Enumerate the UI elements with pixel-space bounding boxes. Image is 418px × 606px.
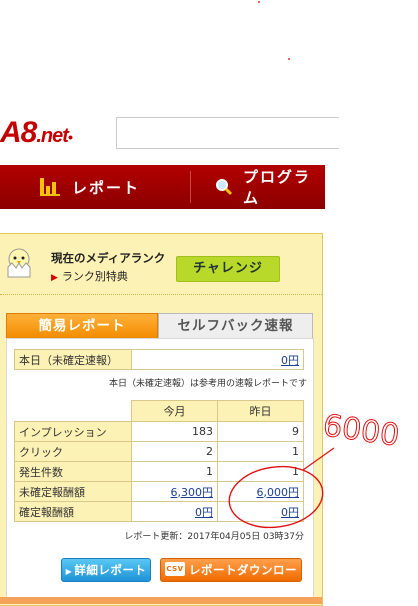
row-label: インプレッション [14, 421, 132, 442]
row-label: 発生件数 [14, 461, 132, 482]
triangle-right-icon: ▶ [65, 567, 73, 576]
a8net-logo[interactable]: A8.net• [0, 116, 73, 150]
magnifier-icon [215, 178, 233, 196]
csv-icon: CSV [165, 562, 185, 576]
table-row: インプレッション 183 9 [14, 421, 304, 442]
table-header-row: 今月 昨日 [14, 400, 304, 422]
table-row: 未確定報酬額 6,300円 6,000円 [14, 481, 304, 502]
unconfirmed-yesterday-link[interactable]: 6,000円 [257, 486, 300, 499]
media-rank-title: 現在のメディアランク [51, 251, 166, 265]
cell-yesterday: 1 [217, 441, 304, 462]
row-label: クリック [14, 441, 132, 462]
today-note: 本日（未確定速報）は参考用の速報レポートです [108, 379, 307, 389]
detail-report-button[interactable]: ▶ 詳細レポート [61, 558, 151, 582]
search-input[interactable] [116, 117, 339, 149]
table-row: クリック 2 1 [14, 441, 304, 462]
cell-month: 0円 [131, 501, 218, 522]
row-label: 確定報酬額 [14, 501, 132, 522]
table-row: 確定報酬額 0円 0円 [14, 501, 304, 522]
cell-month: 1 [131, 461, 218, 482]
table-row: 本日（未確定速報） 0円 [14, 349, 304, 370]
bottom-bar [0, 597, 322, 604]
chick-icon [7, 248, 31, 278]
handwritten-6000: 6000 [321, 408, 401, 453]
header-month: 今月 [131, 400, 218, 422]
triangle-right-icon: ▶ [51, 273, 58, 283]
today-value-link[interactable]: 0円 [281, 354, 299, 367]
confirmed-month-link[interactable]: 0円 [195, 506, 213, 519]
dashboard-panel: 現在のメディアランク ▶ ランク別特典 チャレンジ 簡易レポート セルフバック速報… [0, 233, 323, 606]
today-label: 本日（未確定速報） [14, 349, 132, 370]
confirmed-yesterday-link[interactable]: 0円 [281, 506, 299, 519]
stray-mark [288, 58, 290, 60]
header-yesterday: 昨日 [217, 400, 304, 422]
cell-yesterday: 9 [217, 421, 304, 442]
nav-divider [190, 171, 191, 203]
rank-benefit-link[interactable]: ▶ ランク別特典 [51, 268, 128, 284]
stray-mark [258, 1, 260, 3]
report-updated-time: レポート更新：2017年04月05日 03時37分 [124, 532, 304, 542]
empty-header [14, 400, 132, 422]
detail-report-label: 詳細レポート [74, 563, 147, 577]
report-content: 本日（未確定速報） 0円 本日（未確定速報）は参考用の速報レポートです 今月 昨… [6, 338, 314, 604]
nav-report[interactable]: レポート [40, 165, 140, 209]
nav-program-label: プログラム [243, 168, 312, 207]
row-label: 未確定報酬額 [14, 481, 132, 502]
unconfirmed-month-link[interactable]: 6,300円 [171, 486, 214, 499]
cell-yesterday: 1 [217, 461, 304, 482]
nav-program[interactable]: プログラム [215, 165, 325, 209]
cell-month: 6,300円 [131, 481, 218, 502]
media-rank-section: 現在のメディアランク ▶ ランク別特典 チャレンジ [0, 234, 322, 294]
bar-chart-icon [40, 178, 60, 196]
nav-report-label: レポート [72, 178, 141, 197]
main-nav: レポート プログラム [0, 165, 325, 209]
divider [0, 294, 322, 295]
cell-month: 2 [131, 441, 218, 462]
today-value-cell: 0円 [131, 349, 304, 370]
tab-simple-report[interactable]: 簡易レポート [6, 313, 158, 339]
cell-month: 183 [131, 421, 218, 442]
cell-yesterday: 6,000円 [217, 481, 304, 502]
tab-selfback[interactable]: セルフバック速報 [158, 313, 313, 338]
rank-benefit-label: ランク別特典 [61, 270, 128, 283]
cell-yesterday: 0円 [217, 501, 304, 522]
table-row: 発生件数 1 1 [14, 461, 304, 482]
challenge-button[interactable]: チャレンジ [176, 256, 280, 282]
stats-table: 今月 昨日 インプレッション 183 9 クリック 2 1 発生件数 1 1 未… [14, 400, 304, 522]
today-table: 本日（未確定速報） 0円 [14, 349, 304, 370]
report-download-button[interactable]: CSV レポートダウンロード [160, 558, 302, 599]
